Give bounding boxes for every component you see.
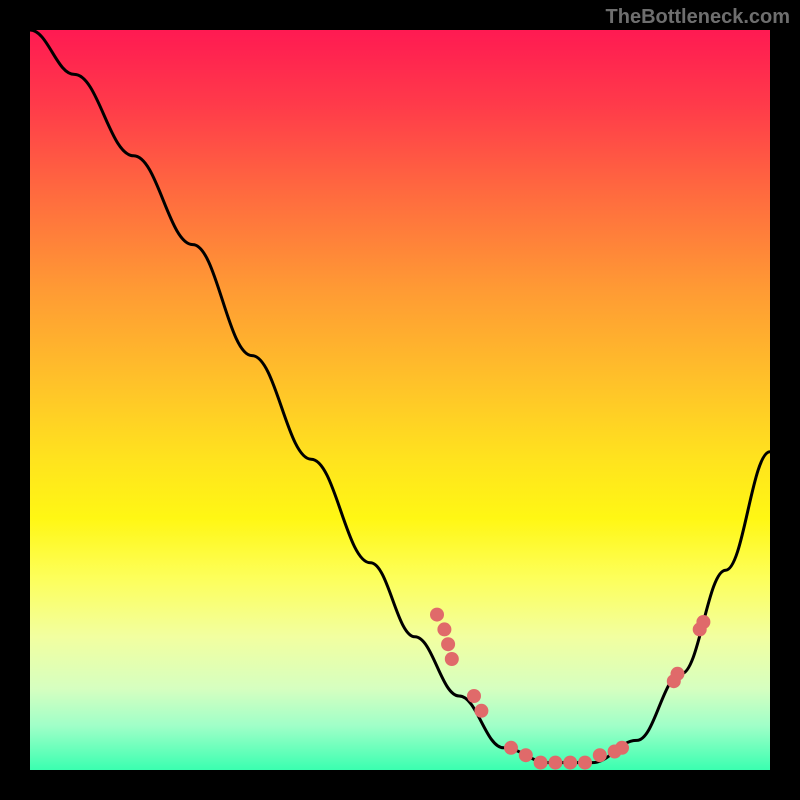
data-point <box>548 756 562 770</box>
data-point <box>615 741 629 755</box>
data-point <box>593 748 607 762</box>
data-point <box>563 756 577 770</box>
chart-plot-area <box>30 30 770 770</box>
data-point <box>671 667 685 681</box>
data-point <box>504 741 518 755</box>
data-point <box>437 622 451 636</box>
chart-svg <box>30 30 770 770</box>
data-point <box>467 689 481 703</box>
data-point <box>430 608 444 622</box>
data-point <box>441 637 455 651</box>
watermark-text: TheBottleneck.com <box>606 6 790 29</box>
data-point <box>519 748 533 762</box>
data-point <box>445 652 459 666</box>
bottleneck-curve <box>30 30 770 763</box>
data-point <box>578 756 592 770</box>
data-point <box>696 615 710 629</box>
data-point <box>534 756 548 770</box>
data-point <box>474 704 488 718</box>
